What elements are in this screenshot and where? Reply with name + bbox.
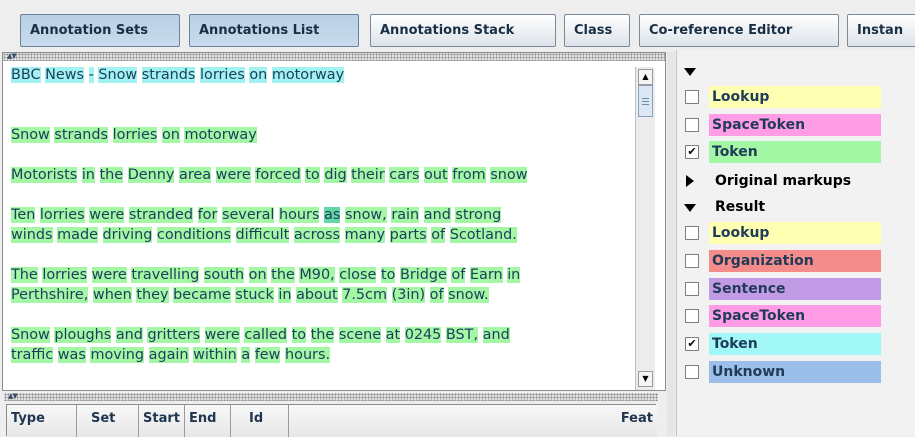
collapse-arrows-icon[interactable]: ▲▼ [8,392,18,400]
annotation-type-label[interactable]: SpaceToken [709,305,881,327]
class-button[interactable]: Class [564,14,630,47]
annotations-list-button[interactable]: Annotations List [189,14,359,47]
visibility-checkbox[interactable] [685,90,699,104]
top-split-handle[interactable]: ▲▼ [3,52,665,61]
annotation-type-row[interactable]: Lookup [683,222,913,244]
paragraph[interactable]: Motorists in the Denny area were forced … [11,165,528,185]
paragraph[interactable]: Snow ploughs and gritters were called to… [11,325,510,365]
paragraph[interactable]: Snow strands lorries on motorway [11,125,257,145]
annotation-type-label[interactable]: Lookup [709,86,881,108]
annotation-type-label[interactable]: Token [709,141,881,163]
column-set[interactable]: Set [77,405,139,437]
original-markups-label: Original markups [715,173,852,189]
annotation-type-row[interactable]: Sentence [683,278,913,300]
annotation-type-label[interactable]: SpaceToken [709,114,881,136]
expanded-triangle-icon[interactable] [684,204,696,212]
text-vertical-scrollbar[interactable]: ▲ ▼ [635,67,655,390]
expanded-triangle-icon[interactable] [684,68,696,76]
column-type[interactable]: Type [7,405,77,437]
paragraph[interactable]: BBC News - Snow strands lorries on motor… [11,65,345,85]
view-toolbar: Annotation Sets Annotations List Annotat… [0,0,915,48]
annotation-type-row[interactable]: SpaceToken [683,305,913,327]
annotation-sets-button[interactable]: Annotation Sets [20,14,180,47]
paragraph[interactable]: The lorries were travelling south on the… [11,265,521,305]
annotation-type-row[interactable]: Lookup [683,86,913,108]
collapse-arrows-icon[interactable]: ▲▼ [7,52,17,60]
result-set-label: Result [715,199,766,215]
annotation-sets-sidebar: Original markups Result Lookup SpaceToken… [676,50,915,436]
scroll-down-arrow-icon[interactable]: ▼ [638,371,653,387]
text-line[interactable]: Ten lorries were stranded for several ho… [11,205,517,225]
visibility-checkbox[interactable] [685,254,699,268]
default-set-header[interactable] [683,60,913,82]
text-line[interactable]: Perthshire, when they became stuck in ab… [11,285,520,305]
column-end[interactable]: End [185,405,231,437]
scroll-up-arrow-icon[interactable]: ▲ [638,69,653,85]
annotations-table-header: Type Set Start End Id Feat [6,404,657,437]
document-text-pane[interactable]: ▲▼ BBC News - Snow strands lorries on mo… [2,52,666,391]
annotation-type-label[interactable]: Lookup [709,222,881,244]
annotation-type-label[interactable]: Organization [709,250,881,272]
coreference-editor-button[interactable]: Co-reference Editor [639,14,839,47]
visibility-checkbox[interactable] [685,226,699,240]
visibility-checkbox[interactable]: ✔ [685,337,699,351]
annotation-type-row[interactable]: Organization [683,250,913,272]
annotations-stack-button[interactable]: Annotations Stack [370,14,556,47]
text-line[interactable]: Motorists in the Denny area were forced … [11,165,528,185]
bottom-split-handle[interactable]: ▲▼ [4,392,658,401]
text-line[interactable]: Snow strands lorries on motorway [11,125,257,145]
annotation-type-row[interactable]: Unknown [683,361,913,383]
annotation-type-label[interactable]: Unknown [709,361,881,383]
collapsed-triangle-icon[interactable] [686,175,694,187]
result-set-header[interactable]: Result [683,196,913,218]
visibility-checkbox[interactable] [685,282,699,296]
sidebar-splitter[interactable] [667,52,675,436]
column-features[interactable]: Feat [289,405,657,437]
scroll-thumb[interactable] [638,85,653,117]
column-start[interactable]: Start [139,405,185,437]
text-line[interactable]: winds made driving conditions difficult … [11,225,517,245]
text-line[interactable]: BBC News - Snow strands lorries on motor… [11,65,345,85]
visibility-checkbox[interactable]: ✔ [685,145,699,159]
annotation-type-row[interactable]: ✔ Token [683,141,913,163]
visibility-checkbox[interactable] [685,118,699,132]
original-markups-header[interactable]: Original markups [683,170,913,192]
text-line[interactable]: The lorries were travelling south on the… [11,265,521,285]
text-line[interactable]: Snow ploughs and gritters were called to… [11,325,510,345]
visibility-checkbox[interactable] [685,309,699,323]
column-id[interactable]: Id [231,405,289,437]
annotation-type-label[interactable]: Token [709,333,881,355]
annotation-type-row[interactable]: SpaceToken [683,114,913,136]
paragraph[interactable]: Ten lorries were stranded for several ho… [11,205,517,245]
annotation-type-row[interactable]: ✔ Token [683,333,913,355]
annotation-type-label[interactable]: Sentence [709,278,881,300]
visibility-checkbox[interactable] [685,365,699,379]
instance-button[interactable]: Instan [847,14,915,47]
text-line[interactable]: traffic was moving again within a few ho… [11,345,510,365]
